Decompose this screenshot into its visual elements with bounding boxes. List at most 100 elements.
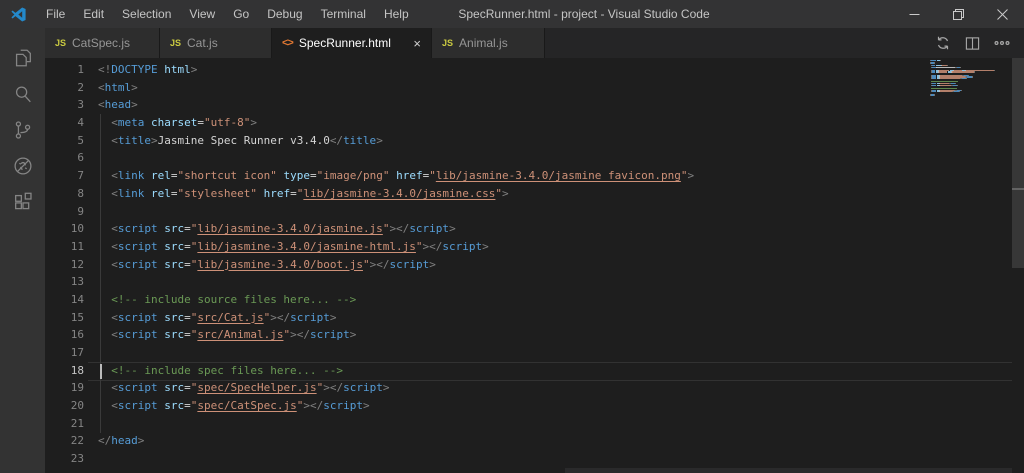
code-line[interactable]: 6 [45,149,1024,167]
code-line[interactable]: 2 <html> [45,79,1024,97]
vertical-scrollbar[interactable] [1012,58,1024,473]
open-changes-icon[interactable] [935,35,951,51]
line-number: 6 [45,149,84,167]
code-text: <script src="lib/jasmine-3.4.0/jasmine-h… [98,238,489,256]
menu-go[interactable]: Go [224,0,258,28]
line-number: 12 [45,256,84,274]
line-number: 15 [45,309,84,327]
code-line[interactable]: 7 <link rel="shortcut icon" type="image/… [45,167,1024,185]
more-actions-icon[interactable] [994,35,1010,51]
menu-bar: FileEditSelectionViewGoDebugTerminalHelp [37,0,418,28]
code-line[interactable]: 23 [45,450,1024,468]
code-text: <script src="lib/jasmine-3.4.0/jasmine.j… [98,220,456,238]
scrollbar-slider[interactable] [1012,58,1024,268]
code-text: <link rel="stylesheet" href="lib/jasmine… [98,185,509,203]
activity-source-control-icon[interactable] [0,112,45,148]
code-line[interactable]: 5 <title>Jasmine Spec Runner v3.4.0</tit… [45,132,1024,150]
menu-file[interactable]: File [37,0,74,28]
code-line[interactable]: 1 <!DOCTYPE html> [45,61,1024,79]
code-line[interactable]: 12 <script src="lib/jasmine-3.4.0/boot.j… [45,256,1024,274]
restore-button[interactable] [936,0,980,28]
line-number: 20 [45,397,84,415]
code-line[interactable]: 13 [45,273,1024,291]
split-editor-icon[interactable] [965,36,980,51]
code-line[interactable]: 18 <!-- include spec files here... --> [45,362,1024,380]
line-number: 22 [45,432,84,450]
line-number: 9 [45,203,84,221]
code-line[interactable]: 15 <script src="src/Cat.js"></script> [45,309,1024,327]
menu-terminal[interactable]: Terminal [312,0,375,28]
line-number: 8 [45,185,84,203]
code-lines: 1 <!DOCTYPE html> 2 <html>3<head>4 <meta ch… [45,61,1024,468]
line-number: 19 [45,379,84,397]
line-number: 4 [45,114,84,132]
line-number: 14 [45,291,84,309]
code-editor[interactable]: 1 <!DOCTYPE html> 2 <html>3<head>4 <meta ch… [45,58,1024,473]
code-line[interactable]: 21 [45,415,1024,433]
line-number: 1 [45,61,84,79]
minimap[interactable] [930,60,1015,98]
line-number: 5 [45,132,84,150]
window-controls [892,0,1024,28]
code-line[interactable]: 22 </head> [45,432,1024,450]
tab-bar: JSCatSpec.js JS Cat.js <> SpecRunner.html × JS… [45,28,1024,58]
menu-view[interactable]: View [180,0,224,28]
code-line[interactable]: 3<head> [45,96,1024,114]
activity-explorer-icon[interactable] [0,40,45,76]
activity-extensions-icon[interactable] [0,184,45,220]
tab-cat-js[interactable]: JS Cat.js [160,28,272,58]
main-area: JSCatSpec.js JS Cat.js <> SpecRunner.html × JS… [0,28,1024,473]
menu-edit[interactable]: Edit [74,0,113,28]
line-number: 16 [45,326,84,344]
code-line[interactable]: 16 <script src="src/Animal.js"></script> [45,326,1024,344]
code-line[interactable]: 19 <script src="spec/SpecHelper.js"></sc… [45,379,1024,397]
line-number: 7 [45,167,84,185]
code-line[interactable]: 4 <meta charset="utf-8"> [45,114,1024,132]
html-file-icon: <> [282,37,293,49]
close-window-button[interactable] [980,0,1024,28]
code-line[interactable]: 8 <link rel="stylesheet" href="lib/jasmi… [45,185,1024,203]
text-cursor [100,364,102,379]
code-line[interactable]: 10 <script src="lib/jasmine-3.4.0/jasmin… [45,220,1024,238]
line-number: 2 [45,79,84,97]
vscode-logo-icon [10,6,27,23]
code-line[interactable]: 14 <!-- include source files here... --> [45,291,1024,309]
window-title: SpecRunner.html - project - Visual Studi… [458,0,709,28]
menu-debug[interactable]: Debug [258,0,311,28]
code-line[interactable]: 20 <script src="spec/CatSpec.js"></scrip… [45,397,1024,415]
line-number: 10 [45,220,84,238]
code-text: <html> [98,79,138,97]
code-text: <script src="lib/jasmine-3.4.0/boot.js">… [98,256,436,274]
vscode-window: FileEditSelectionViewGoDebugTerminalHelp… [0,0,1024,473]
tab-label: Animal.js [459,36,508,50]
code-line[interactable]: 11 <script src="lib/jasmine-3.4.0/jasmin… [45,238,1024,256]
code-line[interactable]: 17 [45,344,1024,362]
code-text: <script src="spec/CatSpec.js"></script> [98,397,370,415]
code-text: <head> [98,96,138,114]
line-number: 13 [45,273,84,291]
code-text: <script src="src/Cat.js"></script> [98,309,336,327]
tab-label: SpecRunner.html [299,36,391,50]
tab-animal-js[interactable]: JSAnimal.js [432,28,545,58]
line-number: 23 [45,450,84,468]
code-text: <!DOCTYPE html> [98,61,197,79]
code-text: <meta charset="utf-8"> [98,114,257,132]
tab-label: CatSpec.js [72,36,130,50]
tab-specrunner-html[interactable]: <> SpecRunner.html × [272,28,432,58]
tab-label: Cat.js [187,36,218,50]
tab-catspec-js[interactable]: JSCatSpec.js [45,28,160,58]
activity-search-icon[interactable] [0,76,45,112]
js-file-icon: JS [170,38,181,48]
code-text: <script src="src/Animal.js"></script> [98,326,356,344]
close-tab-icon[interactable]: × [405,37,421,50]
code-text: </head> [98,432,144,450]
line-number: 21 [45,415,84,433]
code-line[interactable]: 9 [45,203,1024,221]
activity-debug-icon[interactable] [0,148,45,184]
horizontal-scrollbar[interactable] [565,468,1012,473]
menu-help[interactable]: Help [375,0,418,28]
menu-selection[interactable]: Selection [113,0,180,28]
code-text: <script src="spec/SpecHelper.js"></scrip… [98,379,389,397]
minimize-button[interactable] [892,0,936,28]
title-bar: FileEditSelectionViewGoDebugTerminalHelp… [0,0,1024,28]
